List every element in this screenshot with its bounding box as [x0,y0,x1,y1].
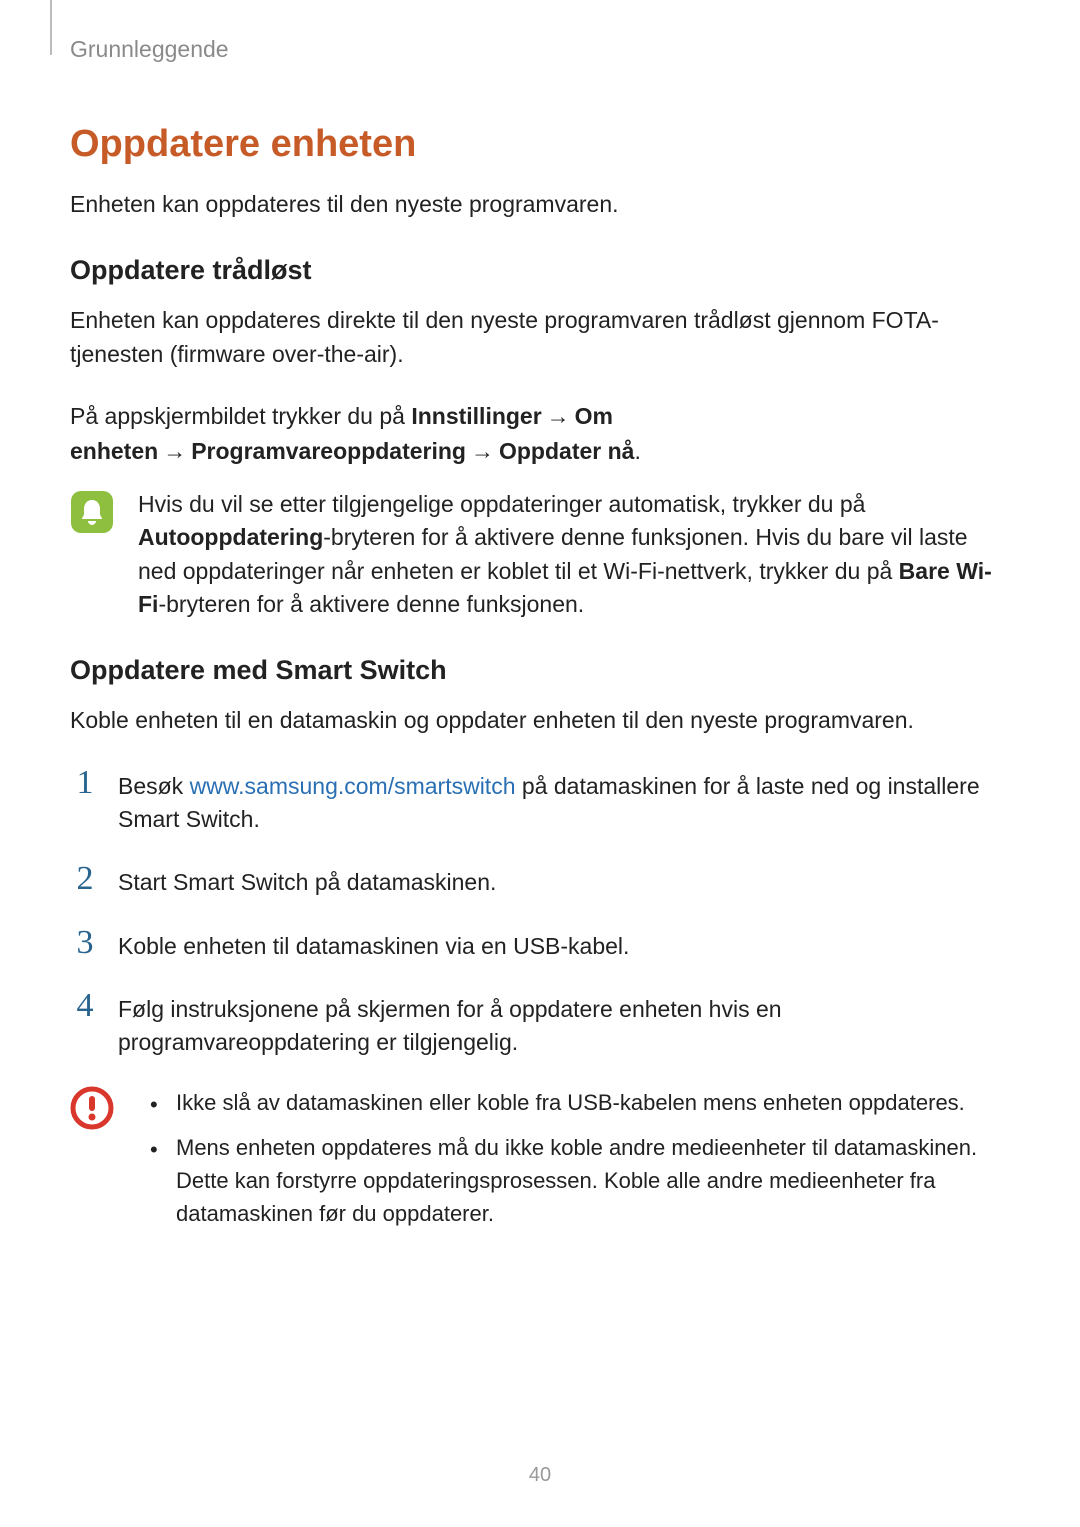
text: Besøk [118,773,190,799]
arrow-icon: → [158,438,191,464]
step-item: 1 Besøk www.samsung.com/smartswitch på d… [70,766,1010,837]
step-item: 4 Følg instruksjonene på skjermen for å … [70,989,1010,1060]
breadcrumb: Grunnleggende [70,36,1010,63]
page-number: 40 [0,1464,1080,1487]
step-number: 4 [70,989,100,1060]
warning-text: Ikke slå av datamaskinen eller koble fra… [176,1086,965,1121]
emphasis: Autooppdatering [138,524,323,550]
section-heading-wireless: Oppdatere trådløst [70,255,1010,286]
section-heading-smartswitch: Oppdatere med Smart Switch [70,655,1010,686]
step-item: 3 Koble enheten til datamaskinen via en … [70,926,1010,963]
step-text: Koble enheten til datamaskinen via en US… [118,926,1010,963]
step-number: 2 [70,862,100,899]
note-text: Hvis du vil se etter tilgjengelige oppda… [138,488,1010,621]
note-box: Hvis du vil se etter tilgjengelige oppda… [70,488,1010,621]
warning-icon [70,1086,126,1240]
warning-text: Mens enheten oppdateres må du ikke koble… [176,1131,1010,1230]
arrow-icon: → [542,403,575,429]
bullet-icon: • [150,1131,164,1230]
smartswitch-link[interactable]: www.samsung.com/smartswitch [190,773,516,799]
warning-item: • Mens enheten oppdateres må du ikke kob… [150,1131,1010,1230]
text: -bryteren for å aktivere denne funksjone… [158,591,584,617]
page-title: Oppdatere enheten [70,123,1010,166]
text: På appskjermbildet trykker du på [70,403,411,429]
warning-box: • Ikke slå av datamaskinen eller koble f… [70,1086,1010,1240]
settings-path: På appskjermbildet trykker du på Innstil… [70,399,1010,468]
margin-rule [50,0,52,55]
step-text: Start Smart Switch på datamaskinen. [118,862,1010,899]
text: . [634,438,640,464]
warning-list: • Ikke slå av datamaskinen eller koble f… [150,1086,1010,1240]
step-text: Besøk www.samsung.com/smartswitch på dat… [118,766,1010,837]
paragraph: Enheten kan oppdateres direkte til den n… [70,304,1010,371]
text: Hvis du vil se etter tilgjengelige oppda… [138,491,865,517]
path-segment: Programvareoppdatering [191,438,466,464]
path-segment: Oppdater nå [499,438,634,464]
step-number: 1 [70,766,100,837]
document-page: Grunnleggende Oppdatere enheten Enheten … [0,0,1080,1527]
paragraph: Koble enheten til en datamaskin og oppda… [70,704,1010,737]
note-bell-icon [70,490,114,621]
path-segment: Innstillinger [411,403,541,429]
steps-list: 1 Besøk www.samsung.com/smartswitch på d… [70,766,1010,1060]
intro-paragraph: Enheten kan oppdateres til den nyeste pr… [70,188,1010,221]
bullet-icon: • [150,1086,164,1121]
step-text: Følg instruksjonene på skjermen for å op… [118,989,1010,1060]
step-item: 2 Start Smart Switch på datamaskinen. [70,862,1010,899]
arrow-icon: → [466,438,499,464]
warning-item: • Ikke slå av datamaskinen eller koble f… [150,1086,1010,1121]
step-number: 3 [70,926,100,963]
